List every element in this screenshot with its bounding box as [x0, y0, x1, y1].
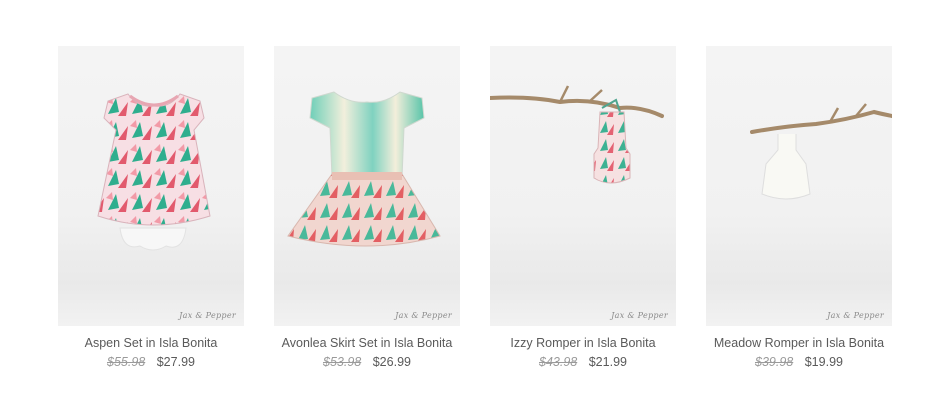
price-row: $39.98 $19.99 — [755, 355, 843, 369]
original-price: $43.98 — [539, 355, 578, 369]
product-title[interactable]: Meadow Romper in Isla Bonita — [714, 336, 884, 350]
original-price: $53.98 — [323, 355, 362, 369]
product-title[interactable]: Aspen Set in Isla Bonita — [85, 336, 218, 350]
product-title[interactable]: Avonlea Skirt Set in Isla Bonita — [282, 336, 453, 350]
product-card[interactable]: Jax & Pepper Meadow Romper in Isla Bonit… — [706, 46, 892, 369]
brand-watermark: Jax & Pepper — [179, 311, 236, 320]
brand-watermark: Jax & Pepper — [395, 311, 452, 320]
sale-price: $27.99 — [156, 355, 195, 369]
product-title[interactable]: Izzy Romper in Isla Bonita — [510, 336, 655, 350]
product-image[interactable]: Jax & Pepper — [706, 46, 892, 326]
product-image[interactable]: Jax & Pepper — [274, 46, 460, 326]
price-row: $43.98 $21.99 — [539, 355, 627, 369]
original-price: $55.98 — [107, 355, 146, 369]
price-row: $55.98 $27.99 — [107, 355, 195, 369]
sale-price: $19.99 — [804, 355, 843, 369]
brand-watermark: Jax & Pepper — [611, 311, 668, 320]
product-card[interactable]: Jax & Pepper Aspen Set in Isla Bonita $5… — [58, 46, 244, 369]
product-grid: Jax & Pepper Aspen Set in Isla Bonita $5… — [58, 46, 892, 369]
original-price: $39.98 — [755, 355, 794, 369]
product-card[interactable]: Jax & Pepper Avonlea Skirt Set in Isla B… — [274, 46, 460, 369]
product-card[interactable]: Jax & Pepper Izzy Romper in Isla Bonita … — [490, 46, 676, 369]
price-row: $53.98 $26.99 — [323, 355, 411, 369]
sale-price: $21.99 — [588, 355, 627, 369]
product-image[interactable]: Jax & Pepper — [58, 46, 244, 326]
brand-watermark: Jax & Pepper — [827, 311, 884, 320]
sale-price: $26.99 — [372, 355, 411, 369]
product-image[interactable]: Jax & Pepper — [490, 46, 676, 326]
